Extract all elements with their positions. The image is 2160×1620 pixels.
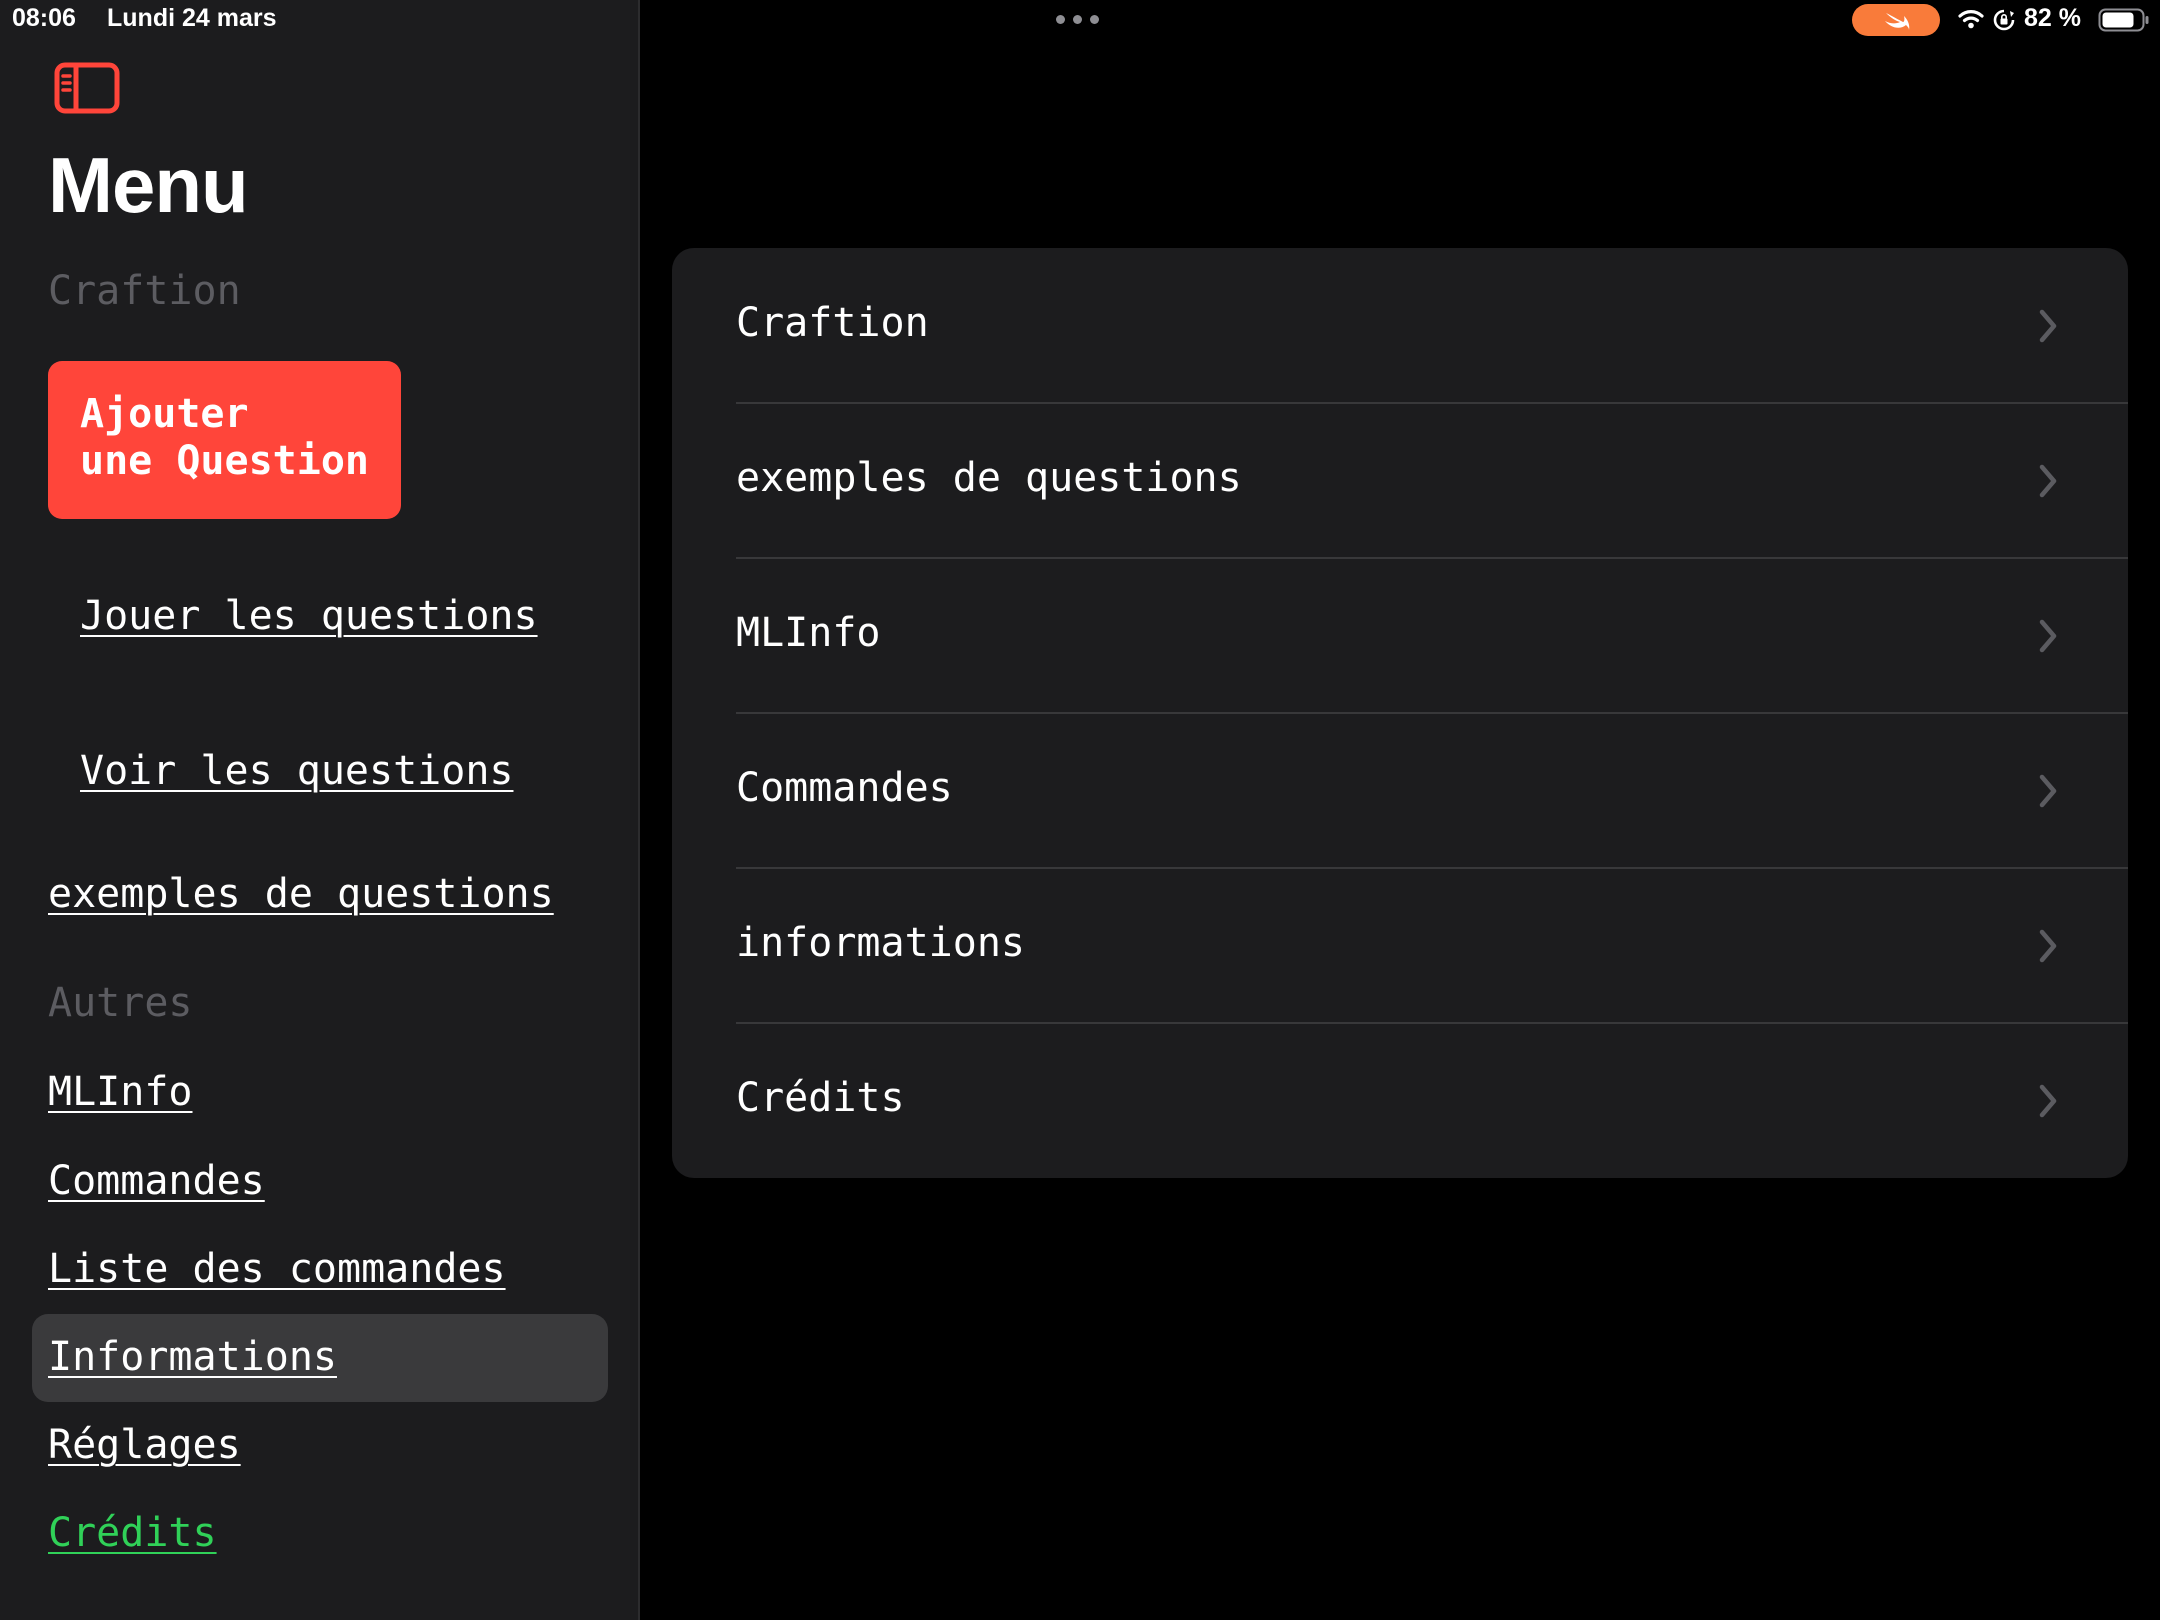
- list-row-mlinfo[interactable]: MLInfo: [672, 558, 2128, 713]
- list-row-label: Commandes: [736, 765, 953, 811]
- chevron-right-icon: [2039, 619, 2057, 653]
- wifi-icon: [1958, 10, 1984, 29]
- command-list-link[interactable]: Liste des commandes: [48, 1246, 506, 1292]
- navigation-list: Craftion exemples de questions MLInfo Co…: [672, 248, 2128, 1178]
- informations-link[interactable]: Informations: [48, 1334, 337, 1380]
- list-row-craftion[interactable]: Craftion: [672, 248, 2128, 403]
- battery-icon: [2098, 8, 2149, 32]
- section-header-craftion: Craftion: [48, 268, 241, 314]
- add-question-label-line1: Ajouter: [80, 391, 249, 437]
- credits-link[interactable]: Crédits: [48, 1510, 217, 1556]
- status-bar: 08:06 Lundi 24 mars 82 %: [0, 0, 2160, 40]
- play-questions-link[interactable]: Jouer les questions: [80, 593, 538, 639]
- list-row-informations[interactable]: informations: [672, 868, 2128, 1023]
- chevron-right-icon: [2039, 309, 2057, 343]
- settings-link[interactable]: Réglages: [48, 1422, 241, 1468]
- lock-rotation-icon: [1993, 9, 2015, 31]
- status-time: 08:06: [12, 4, 76, 32]
- sidebar-toggle-icon[interactable]: [54, 62, 120, 114]
- add-question-label-line2: une Question: [80, 438, 369, 484]
- view-questions-link[interactable]: Voir les questions: [80, 748, 513, 794]
- chevron-right-icon: [2039, 774, 2057, 808]
- chevron-right-icon: [2039, 929, 2057, 963]
- add-question-button[interactable]: Ajouter une Question: [48, 361, 401, 519]
- battery-percent: 82 %: [2024, 4, 2081, 32]
- list-row-label: MLInfo: [736, 610, 881, 656]
- page-title: Menu: [48, 141, 249, 229]
- commandes-link[interactable]: Commandes: [48, 1158, 265, 1204]
- example-questions-link[interactable]: exemples de questions: [48, 871, 554, 917]
- list-row-label: Crédits: [736, 1075, 905, 1121]
- list-row-commandes[interactable]: Commandes: [672, 713, 2128, 868]
- list-row-label: exemples de questions: [736, 455, 1242, 501]
- mlinfo-link[interactable]: MLInfo: [48, 1069, 193, 1115]
- section-header-autres: Autres: [48, 980, 193, 1026]
- sidebar: Menu Craftion Ajouter une Question Jouer…: [0, 0, 640, 1620]
- swift-icon: [1852, 4, 1940, 36]
- list-row-exemples[interactable]: exemples de questions: [672, 403, 2128, 558]
- list-row-label: informations: [736, 920, 1025, 966]
- status-date: Lundi 24 mars: [107, 4, 277, 32]
- list-row-credits[interactable]: Crédits: [672, 1023, 2128, 1178]
- multitask-dots-icon[interactable]: [1056, 15, 1099, 24]
- list-row-label: Craftion: [736, 300, 929, 346]
- chevron-right-icon: [2039, 1084, 2057, 1118]
- chevron-right-icon: [2039, 464, 2057, 498]
